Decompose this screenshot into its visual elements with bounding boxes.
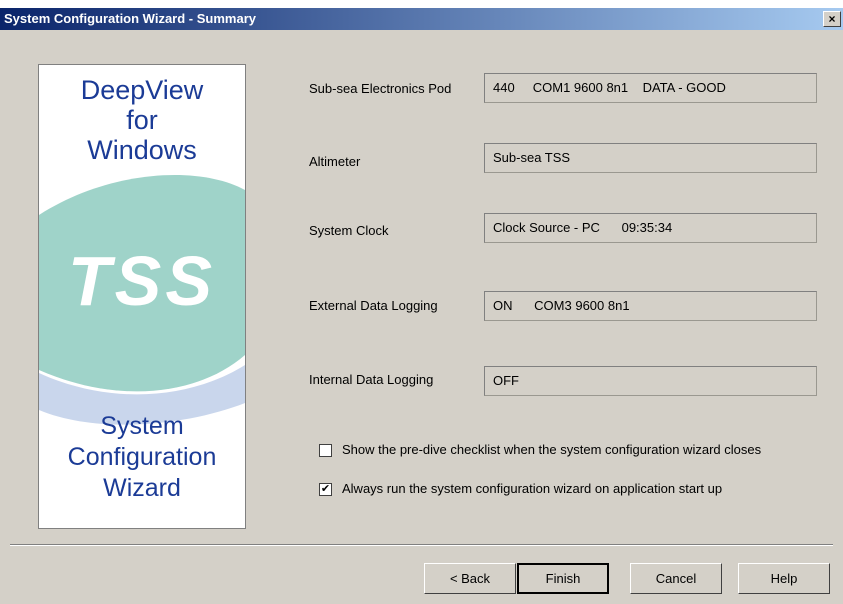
banner-title-line: DeepView: [80, 75, 204, 105]
banner-subtitle-line: Configuration: [67, 443, 217, 471]
banner-title-line: for: [126, 105, 158, 135]
close-button[interactable]: ×: [823, 11, 841, 27]
altimeter-value-field: Sub-sea TSS: [484, 143, 817, 173]
altimeter-label: Altimeter: [309, 154, 361, 169]
external-logging-value-field: ON COM3 9600 8n1: [484, 291, 817, 321]
banner-title-line: Windows: [87, 135, 197, 165]
back-button[interactable]: < Back: [424, 563, 516, 594]
system-clock-value-field: Clock Source - PC 09:35:34: [484, 213, 817, 243]
window-title: System Configuration Wizard - Summary: [4, 11, 256, 26]
pod-value-field: 440 COM1 9600 8n1 DATA - GOOD: [484, 73, 817, 103]
run-on-startup-checkbox[interactable]: ✔: [319, 483, 332, 496]
close-icon: ×: [828, 12, 836, 26]
finish-button[interactable]: Finish: [517, 563, 609, 594]
title-bar[interactable]: System Configuration Wizard - Summary ×: [0, 8, 843, 30]
banner-subtitle-line: Wizard: [103, 474, 181, 502]
banner-subtitle: System Configuration Wizard: [39, 411, 245, 504]
predive-checklist-checkbox[interactable]: [319, 444, 332, 457]
tss-logo: TSS: [67, 242, 217, 320]
predive-checklist-label[interactable]: Show the pre-dive checklist when the sys…: [342, 442, 761, 457]
internal-logging-value-field: OFF: [484, 366, 817, 396]
run-on-startup-label[interactable]: Always run the system configuration wiza…: [342, 481, 722, 496]
system-clock-label: System Clock: [309, 223, 389, 238]
banner-subtitle-line: System: [100, 412, 184, 440]
internal-logging-label: Internal Data Logging: [309, 372, 434, 387]
cancel-button[interactable]: Cancel: [630, 563, 722, 594]
wizard-banner-image: DeepView for Windows TSS System Configur…: [38, 64, 246, 529]
divider: [10, 544, 833, 546]
external-logging-label: External Data Logging: [309, 298, 438, 313]
banner-title: DeepView for Windows: [39, 75, 245, 165]
help-button[interactable]: Help: [738, 563, 830, 594]
pod-label: Sub-sea Electronics Pod: [309, 81, 452, 96]
wizard-window: System Configuration Wizard - Summary × …: [0, 8, 843, 604]
